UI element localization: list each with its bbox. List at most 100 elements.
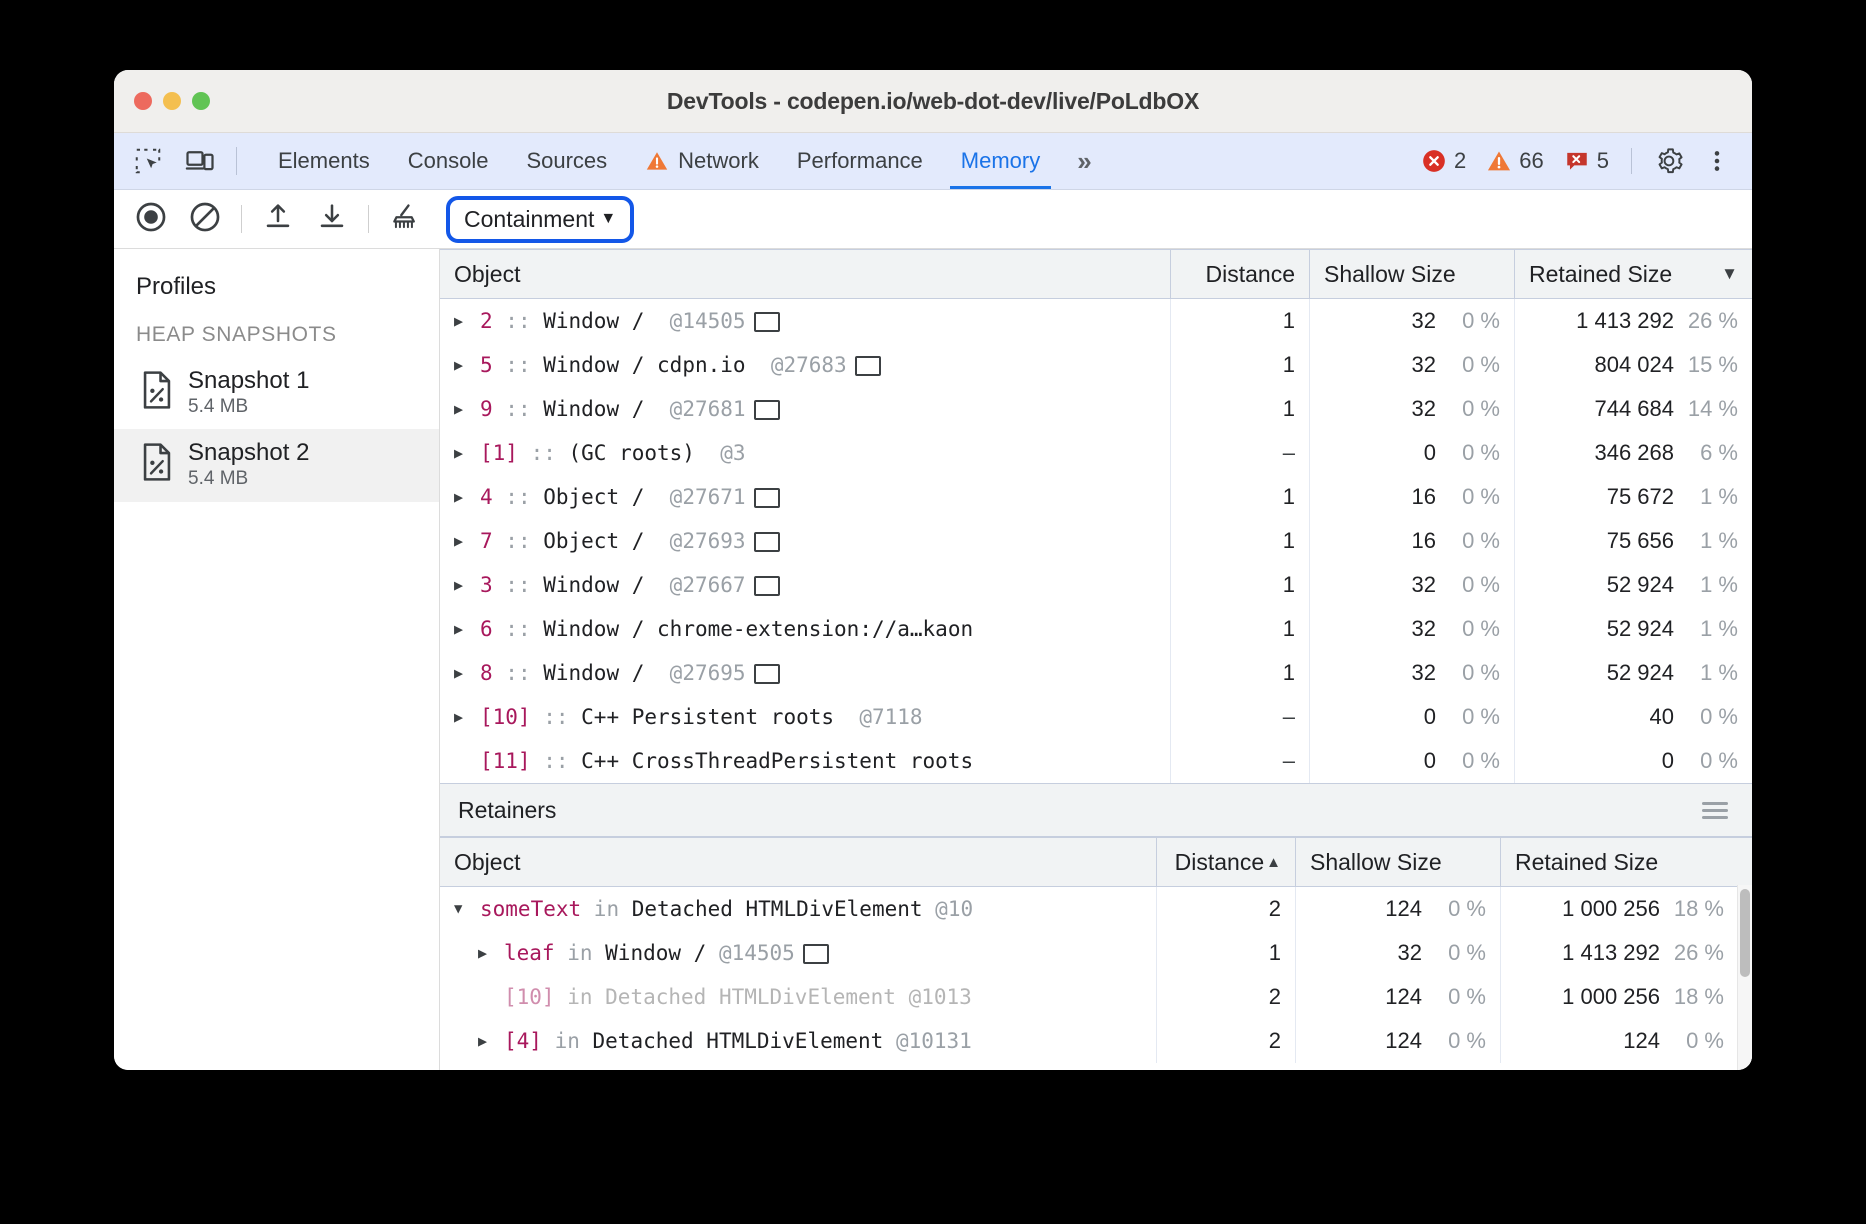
percent-value: 0 %	[1674, 704, 1738, 730]
more-tabs-button[interactable]: »	[1059, 133, 1109, 189]
table-row[interactable]: [11] :: C++ CrossThreadPersistent roots–…	[440, 739, 1752, 783]
perspective-select[interactable]: Containment ▼	[458, 205, 622, 234]
object-cell[interactable]: ▶8 :: Window / @27695	[440, 651, 1171, 695]
column-header-object[interactable]: Object	[440, 838, 1157, 886]
object-cell[interactable]: ▶4 :: Object / @27671	[440, 475, 1171, 519]
disclosure-triangle-open-icon[interactable]: ▼	[454, 901, 480, 917]
column-header-distance[interactable]: Distance ▲	[1157, 838, 1296, 886]
retained-size-cell: 52 9241 %	[1515, 651, 1752, 695]
value: –	[1283, 440, 1295, 466]
percent-value: 0 %	[1674, 748, 1738, 774]
tab-console[interactable]: Console	[389, 133, 508, 189]
disclosure-triangle-closed-icon[interactable]: ▶	[454, 532, 480, 550]
table-row[interactable]: ▶5 :: Window / cdpn.io @276831320 %804 0…	[440, 343, 1752, 387]
inspect-element-icon[interactable]	[122, 133, 174, 189]
issue-count[interactable]: 5	[1554, 148, 1619, 174]
settings-button[interactable]	[1644, 146, 1694, 176]
percent-value: 6 %	[1674, 440, 1738, 466]
disclosure-triangle-closed-icon[interactable]: ▶	[454, 708, 480, 726]
shallow-size-cell: 320 %	[1310, 387, 1515, 431]
column-header-object[interactable]: Object	[440, 250, 1171, 298]
load-profile-button[interactable]	[251, 197, 305, 241]
save-profile-button[interactable]	[305, 197, 359, 241]
device-toolbar-icon[interactable]	[174, 133, 226, 189]
object-cell[interactable]: ▼someText in Detached HTMLDivElement @10	[440, 887, 1157, 931]
disclosure-triangle-closed-icon[interactable]: ▶	[454, 400, 480, 418]
table-row[interactable]: ▶9 :: Window / @276811320 %744 68414 %	[440, 387, 1752, 431]
disclosure-triangle-closed-icon[interactable]: ▶	[478, 944, 504, 962]
disclosure-triangle-closed-icon[interactable]: ▶	[478, 1032, 504, 1050]
tab-sources[interactable]: Sources	[507, 133, 626, 189]
column-header-shallow-size[interactable]: Shallow Size	[1310, 250, 1515, 298]
sidebar-item-snapshot-2[interactable]: Snapshot 2 5.4 MB	[114, 429, 439, 501]
table-row[interactable]: ▼someText in Detached HTMLDivElement @10…	[440, 887, 1738, 931]
disclosure-triangle-closed-icon[interactable]: ▶	[454, 576, 480, 594]
disclosure-triangle-closed-icon[interactable]: ▶	[454, 664, 480, 682]
disclosure-triangle-closed-icon[interactable]: ▶	[454, 488, 480, 506]
tab-elements[interactable]: Elements	[259, 133, 389, 189]
warning-count[interactable]: 66	[1476, 148, 1553, 174]
column-header-retained-size[interactable]: Retained Size	[1501, 838, 1738, 886]
table-row[interactable]: ▶[1] :: (GC roots) @3–00 %346 2686 %	[440, 431, 1752, 475]
object-cell[interactable]: [10] in Detached HTMLDivElement @1013	[440, 975, 1157, 1019]
object-cell[interactable]: ▶7 :: Object / @27693	[440, 519, 1171, 563]
table-row[interactable]: ▶4 :: Object / @276711160 %75 6721 %	[440, 475, 1752, 519]
object-cell[interactable]: ▶[10] :: C++ Persistent roots @7118	[440, 695, 1171, 739]
object-cell[interactable]: ▶5 :: Window / cdpn.io @27683	[440, 343, 1171, 387]
more-options-button[interactable]	[1694, 148, 1740, 174]
table-row[interactable]: ▶leaf in Window / @145051320 %1 413 2922…	[440, 931, 1738, 975]
disclosure-triangle-closed-icon[interactable]: ▶	[454, 444, 480, 462]
object-cell[interactable]: ▶3 :: Window / @27667	[440, 563, 1171, 607]
value: 1 413 292	[1576, 308, 1674, 334]
retainer-property-name: someText	[480, 897, 581, 921]
table-row[interactable]: [10] in Detached HTMLDivElement @1013212…	[440, 975, 1738, 1019]
object-name: Window /	[543, 617, 644, 641]
distance-cell: 1	[1171, 607, 1310, 651]
table-row[interactable]: ▶3 :: Window / @276671320 %52 9241 %	[440, 563, 1752, 607]
table-row[interactable]: ▶8 :: Window / @276951320 %52 9241 %	[440, 651, 1752, 695]
disclosure-triangle-closed-icon[interactable]: ▶	[454, 312, 480, 330]
object-name: Detached HTMLDivElement	[632, 897, 923, 921]
object-name: Detached HTMLDivElement	[605, 985, 896, 1009]
window-glyph-icon	[754, 488, 780, 508]
table-row[interactable]: ▶2 :: Window / @145051320 %1 413 29226 %	[440, 299, 1752, 343]
sidebar-item-snapshot-1[interactable]: Snapshot 1 5.4 MB	[114, 357, 439, 429]
column-header-retained-size[interactable]: Retained Size ▼	[1515, 250, 1752, 298]
tab-performance[interactable]: Performance	[778, 133, 942, 189]
clear-recording-button[interactable]	[178, 197, 232, 241]
object-cell[interactable]: [11] :: C++ CrossThreadPersistent roots	[440, 739, 1171, 783]
table-row[interactable]: ▶[4] in Detached HTMLDivElement @1013121…	[440, 1019, 1738, 1063]
table-row[interactable]: ▶[10] :: C++ Persistent roots @7118–00 %…	[440, 695, 1752, 739]
object-separator: ::	[531, 749, 582, 773]
object-index: 6	[480, 617, 493, 641]
value: –	[1283, 704, 1295, 730]
percent-value: 14 %	[1674, 396, 1738, 422]
object-cell[interactable]: ▶9 :: Window / @27681	[440, 387, 1171, 431]
retainers-scrollbar[interactable]	[1737, 885, 1752, 1070]
object-cell[interactable]: ▶6 :: Window / chrome-extension://a…kaon	[440, 607, 1171, 651]
object-cell[interactable]: ▶[1] :: (GC roots) @3	[440, 431, 1171, 475]
table-row[interactable]: ▶6 :: Window / chrome-extension://a…kaon…	[440, 607, 1752, 651]
object-cell[interactable]: ▶[4] in Detached HTMLDivElement @10131	[440, 1019, 1157, 1063]
column-header-shallow-size[interactable]: Shallow Size	[1296, 838, 1501, 886]
percent-value: 1 %	[1674, 484, 1738, 510]
memory-main: Object Distance Shallow Size Retained Si…	[440, 249, 1752, 1070]
percent-value: 0 %	[1436, 352, 1500, 378]
hamburger-icon[interactable]	[1696, 796, 1734, 825]
value: 124	[1385, 1028, 1422, 1054]
disclosure-triangle-closed-icon[interactable]: ▶	[454, 356, 480, 374]
distance-cell: 1	[1171, 651, 1310, 695]
disclosure-triangle-closed-icon[interactable]: ▶	[454, 620, 480, 638]
object-cell[interactable]: ▶2 :: Window / @14505	[440, 299, 1171, 343]
error-count[interactable]: 2	[1411, 148, 1476, 174]
tab-memory[interactable]: Memory	[942, 133, 1059, 189]
value: 32	[1412, 572, 1436, 598]
object-separator: ::	[493, 353, 544, 377]
record-button[interactable]	[124, 197, 178, 241]
object-cell[interactable]: ▶leaf in Window / @14505	[440, 931, 1157, 975]
table-row[interactable]: ▶7 :: Object / @276931160 %75 6561 %	[440, 519, 1752, 563]
collect-garbage-button[interactable]	[378, 197, 432, 241]
tab-network[interactable]: Network	[626, 133, 778, 189]
column-header-distance[interactable]: Distance	[1171, 250, 1310, 298]
scrollbar-thumb[interactable]	[1740, 889, 1750, 977]
